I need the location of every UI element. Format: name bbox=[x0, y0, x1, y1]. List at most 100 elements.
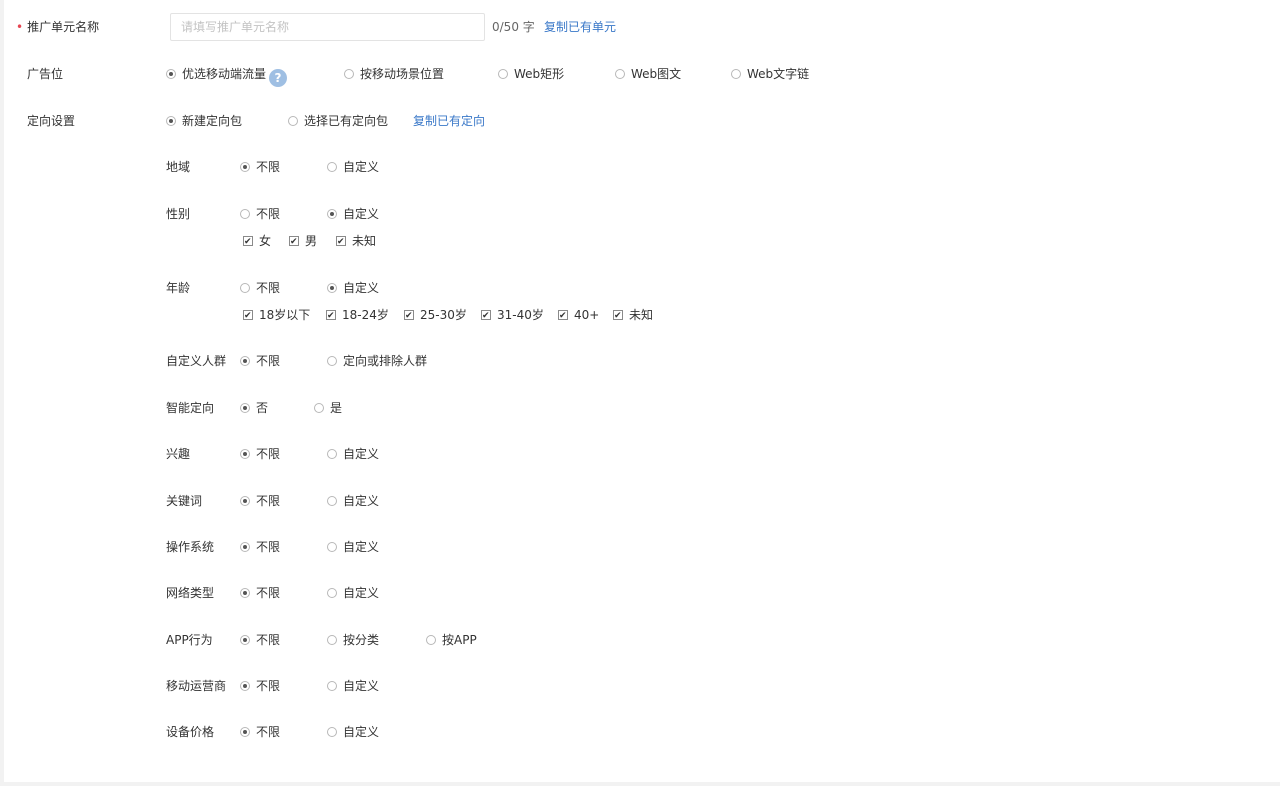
checkbox-label: 31-40岁 bbox=[497, 308, 544, 322]
checkbox-checked-icon[interactable] bbox=[613, 308, 623, 324]
os-option[interactable]: 自定义 bbox=[327, 539, 379, 555]
targeting-option[interactable]: 新建定向包 bbox=[166, 113, 242, 129]
price-option[interactable]: 不限 bbox=[240, 724, 280, 740]
radio-checked-icon[interactable] bbox=[240, 162, 250, 172]
audience-option[interactable]: 定向或排除人群 bbox=[327, 353, 427, 369]
checkbox-checked-icon[interactable] bbox=[558, 308, 568, 324]
required-mark: • bbox=[16, 20, 24, 34]
ad-position-option[interactable]: Web文字链 bbox=[731, 66, 809, 82]
interest-option[interactable]: 不限 bbox=[240, 446, 280, 462]
radio-checked-icon[interactable] bbox=[240, 403, 250, 413]
audience-option[interactable]: 不限 bbox=[240, 353, 280, 369]
radio-unchecked-icon[interactable] bbox=[327, 681, 337, 691]
checkbox-checked-icon[interactable] bbox=[404, 308, 414, 324]
os-option[interactable]: 不限 bbox=[240, 539, 280, 555]
keyword-option[interactable]: 自定义 bbox=[327, 493, 379, 509]
app-option[interactable]: 按分类 bbox=[327, 632, 379, 648]
network-label: 网络类型 bbox=[166, 586, 215, 600]
radio-checked-icon[interactable] bbox=[327, 283, 337, 293]
option-label: 定向或排除人群 bbox=[343, 354, 428, 368]
gender-option[interactable]: 自定义 bbox=[327, 206, 379, 222]
region-option[interactable]: 自定义 bbox=[327, 159, 379, 175]
checkbox-label: 25-30岁 bbox=[420, 308, 467, 322]
radio-unchecked-icon[interactable] bbox=[327, 635, 337, 645]
radio-unchecked-icon[interactable] bbox=[327, 162, 337, 172]
radio-unchecked-icon[interactable] bbox=[327, 449, 337, 459]
radio-unchecked-icon[interactable] bbox=[240, 283, 250, 293]
unit-name-label: • 推广单元名称 bbox=[16, 19, 99, 35]
age-option[interactable]: 自定义 bbox=[327, 280, 379, 296]
app-option[interactable]: 按APP bbox=[426, 632, 477, 648]
radio-checked-icon[interactable] bbox=[240, 588, 250, 598]
network-option[interactable]: 自定义 bbox=[327, 585, 379, 601]
question-circle-icon[interactable]: ? bbox=[269, 69, 288, 87]
radio-checked-icon[interactable] bbox=[240, 542, 250, 552]
radio-unchecked-icon[interactable] bbox=[327, 542, 337, 552]
radio-unchecked-icon[interactable] bbox=[327, 496, 337, 506]
radio-unchecked-icon[interactable] bbox=[731, 69, 741, 79]
carrier-option[interactable]: 不限 bbox=[240, 678, 280, 694]
price-option[interactable]: 自定义 bbox=[327, 724, 379, 740]
age-checkbox[interactable]: 未知 bbox=[613, 307, 653, 324]
ad-position-option[interactable]: 按移动场景位置 bbox=[344, 66, 444, 82]
radio-unchecked-icon[interactable] bbox=[615, 69, 625, 79]
radio-unchecked-icon[interactable] bbox=[426, 635, 436, 645]
radio-checked-icon[interactable] bbox=[240, 635, 250, 645]
ad-position-option[interactable]: Web图文 bbox=[615, 66, 681, 82]
option-label: 新建定向包 bbox=[182, 114, 243, 128]
radio-unchecked-icon[interactable] bbox=[288, 116, 298, 126]
smart-option[interactable]: 是 bbox=[314, 400, 342, 416]
smart-option[interactable]: 否 bbox=[240, 400, 268, 416]
radio-checked-icon[interactable] bbox=[327, 209, 337, 219]
radio-unchecked-icon[interactable] bbox=[344, 69, 354, 79]
keyword-option[interactable]: 不限 bbox=[240, 493, 280, 509]
unit-name-input[interactable] bbox=[170, 13, 485, 41]
checkbox-checked-icon[interactable] bbox=[243, 308, 253, 324]
checkbox-checked-icon[interactable] bbox=[336, 234, 346, 250]
age-option[interactable]: 不限 bbox=[240, 280, 280, 296]
radio-unchecked-icon[interactable] bbox=[314, 403, 324, 413]
gender-checkbox[interactable]: 男 bbox=[289, 233, 318, 250]
age-checkbox[interactable]: 25-30岁 bbox=[404, 307, 467, 324]
app-option[interactable]: 不限 bbox=[240, 632, 280, 648]
radio-checked-icon[interactable] bbox=[166, 116, 176, 126]
carrier-option[interactable]: 自定义 bbox=[327, 678, 379, 694]
radio-unchecked-icon[interactable] bbox=[240, 209, 250, 219]
gender-option[interactable]: 不限 bbox=[240, 206, 280, 222]
network-option[interactable]: 不限 bbox=[240, 585, 280, 601]
option-label: 不限 bbox=[256, 586, 281, 600]
option-label: Web矩形 bbox=[514, 67, 565, 81]
radio-unchecked-icon[interactable] bbox=[498, 69, 508, 79]
radio-checked-icon[interactable] bbox=[240, 496, 250, 506]
gender-checkbox[interactable]: 女 bbox=[243, 233, 271, 250]
copy-unit-link[interactable]: 复制已有单元 bbox=[544, 19, 616, 35]
age-checkbox[interactable]: 31-40岁 bbox=[481, 307, 544, 324]
checkbox-checked-icon[interactable] bbox=[243, 234, 253, 250]
checkbox-label: 男 bbox=[305, 234, 318, 248]
radio-unchecked-icon[interactable] bbox=[327, 356, 337, 366]
age-label: 年龄 bbox=[166, 281, 191, 295]
radio-checked-icon[interactable] bbox=[240, 449, 250, 459]
radio-checked-icon[interactable] bbox=[240, 681, 250, 691]
gender-checkbox[interactable]: 未知 bbox=[336, 233, 376, 250]
checkbox-checked-icon[interactable] bbox=[326, 308, 336, 324]
option-label: 按移动场景位置 bbox=[360, 67, 445, 81]
copy-targeting-link[interactable]: 复制已有定向 bbox=[413, 113, 485, 129]
age-checkbox[interactable]: 18-24岁 bbox=[326, 307, 389, 324]
targeting-option[interactable]: 选择已有定向包 bbox=[288, 113, 388, 129]
radio-unchecked-icon[interactable] bbox=[327, 727, 337, 737]
ad-position-option[interactable]: Web矩形 bbox=[498, 66, 564, 82]
age-checkbox[interactable]: 18岁以下 bbox=[243, 307, 310, 324]
checkbox-checked-icon[interactable] bbox=[289, 234, 299, 250]
radio-checked-icon[interactable] bbox=[240, 356, 250, 366]
option-label: 不限 bbox=[256, 354, 281, 368]
checkbox-label: 18-24岁 bbox=[342, 308, 389, 322]
radio-checked-icon[interactable] bbox=[240, 727, 250, 737]
interest-option[interactable]: 自定义 bbox=[327, 446, 379, 462]
region-option[interactable]: 不限 bbox=[240, 159, 280, 175]
radio-unchecked-icon[interactable] bbox=[327, 588, 337, 598]
radio-checked-icon[interactable] bbox=[166, 69, 176, 79]
checkbox-checked-icon[interactable] bbox=[481, 308, 491, 324]
ad-position-option[interactable]: 优选移动端流量? bbox=[166, 66, 288, 87]
age-checkbox[interactable]: 40+ bbox=[558, 307, 599, 324]
